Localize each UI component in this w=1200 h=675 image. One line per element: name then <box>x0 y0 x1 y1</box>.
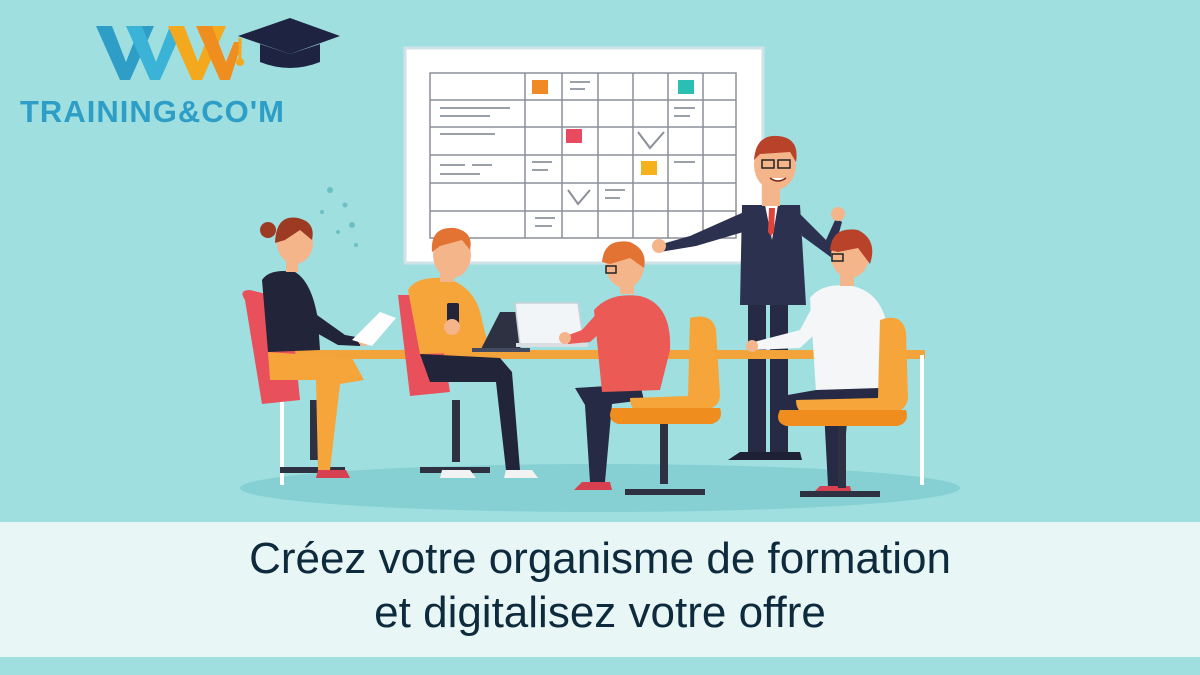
headline-line-1: Créez votre organisme de formation <box>249 534 951 583</box>
decorative-dots <box>320 187 358 247</box>
brand-mark <box>96 18 340 80</box>
sticky-note <box>641 161 657 175</box>
man-in-red-figure <box>559 241 671 490</box>
headline: Créez votre organisme de formation et di… <box>0 532 1200 640</box>
bottom-strip <box>0 657 1200 675</box>
woman-figure <box>242 217 396 478</box>
sticky-note <box>532 80 548 94</box>
sticky-note <box>678 80 694 94</box>
sticky-note <box>566 129 582 143</box>
brand-name: TRAINING&CO'M <box>20 94 285 129</box>
brand-logo[interactable]: TRAINING&CO'M <box>8 14 348 129</box>
headline-line-2: et digitalisez votre offre <box>374 588 826 637</box>
hero-banner: TRAINING&CO'M Créez votre organisme de f… <box>0 0 1200 675</box>
graduation-cap-icon <box>236 18 340 68</box>
